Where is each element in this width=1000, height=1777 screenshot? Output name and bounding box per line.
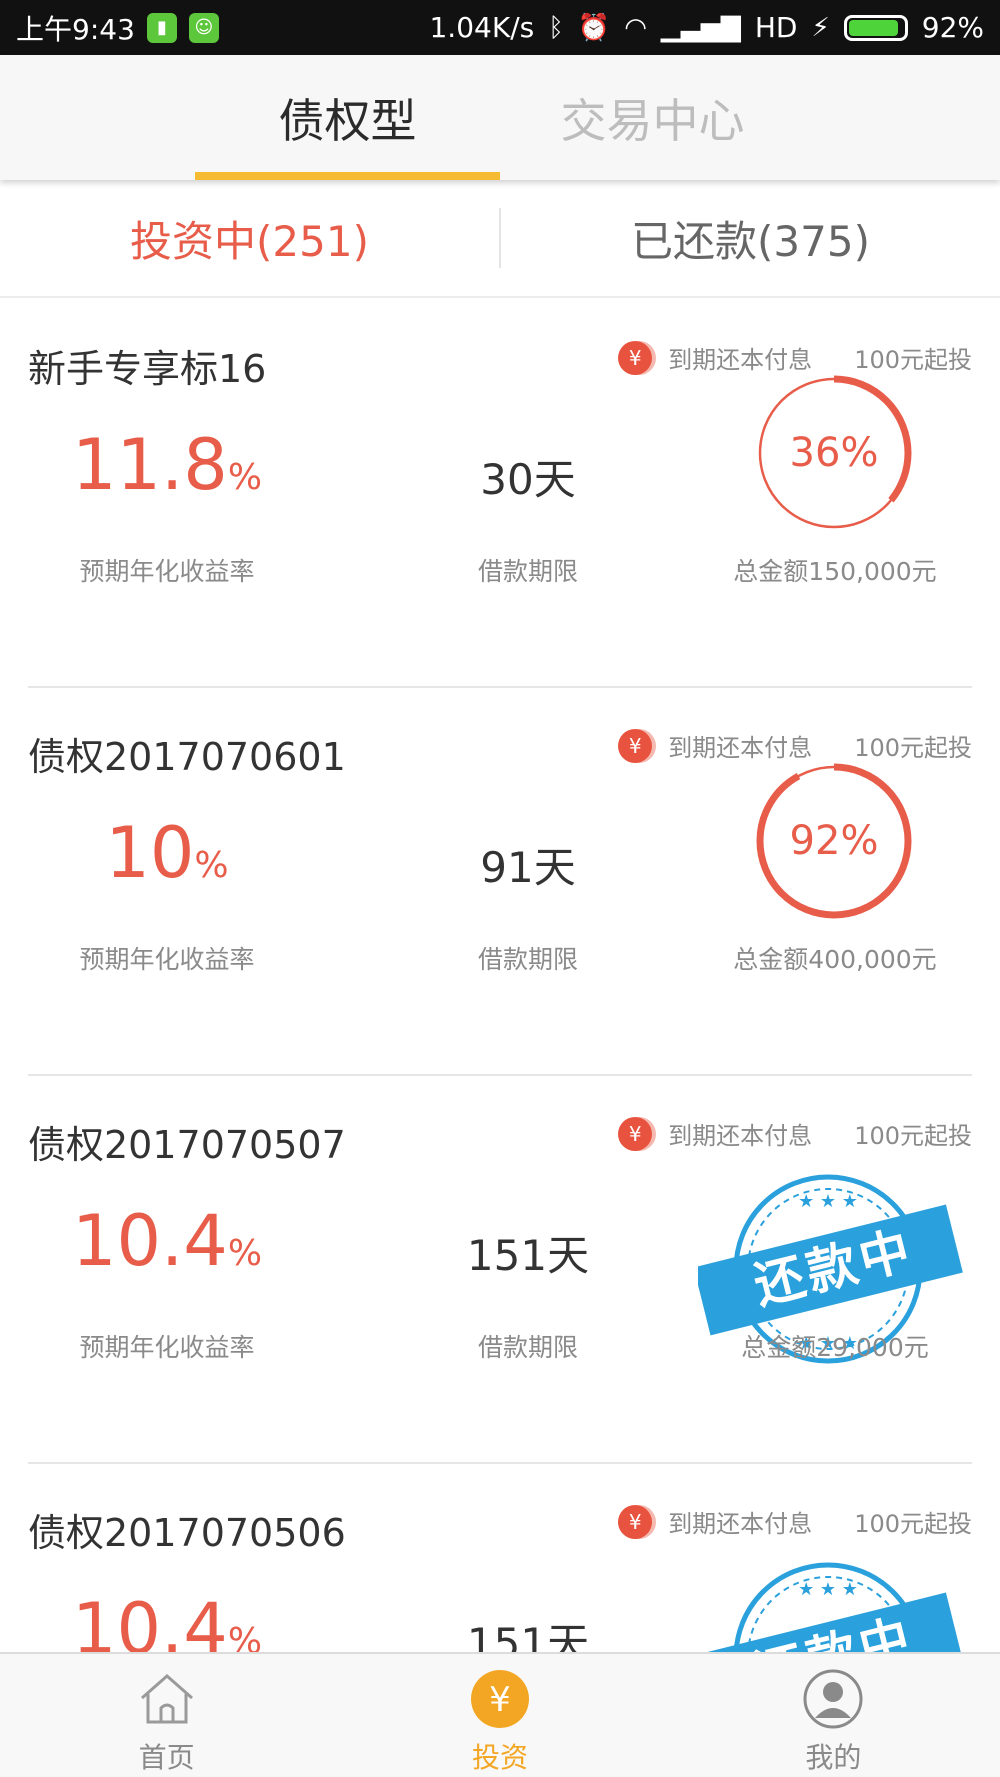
- repay-method: 到期还本付息: [668, 1122, 813, 1150]
- rate-caption: 预期年化收益率: [79, 945, 255, 974]
- repay-method: 到期还本付息: [668, 734, 813, 762]
- term-value: 91天: [480, 843, 576, 892]
- term-caption: 借款期限: [477, 1333, 578, 1362]
- network-type: HD: [754, 11, 798, 44]
- battery-app-icon: ▮: [146, 12, 177, 43]
- nav-mine[interactable]: 我的: [667, 1654, 1000, 1777]
- bottom-nav: 首页 ¥ 投资 我的: [0, 1652, 1000, 1777]
- rate-value: 11.8: [71, 424, 228, 506]
- total-amount: 总金额400,000元: [733, 945, 937, 974]
- product-tags: ¥ 到期还本付息 100元起投: [618, 1116, 972, 1151]
- battery-icon: [843, 14, 908, 41]
- nav-home[interactable]: 首页: [0, 1654, 333, 1777]
- tab-debt-type[interactable]: 债权型: [195, 55, 500, 180]
- term-block: 30天: [390, 450, 666, 510]
- rate-value: 10.4: [71, 1200, 228, 1282]
- product-card[interactable]: 债权2017070506 ¥ 到期还本付息 100元起投 10.4% 151天 …: [28, 1464, 972, 1652]
- progress-percent: 92%: [789, 818, 879, 864]
- progress-ring: 92%: [753, 760, 915, 922]
- android-app-icon: ☺: [188, 12, 219, 43]
- product-title: 债权2017070507: [28, 1123, 346, 1167]
- repay-method: 到期还本付息: [668, 1510, 813, 1538]
- yen-badge-icon: ¥: [618, 340, 653, 375]
- min-invest: 100元起投: [854, 734, 972, 762]
- product-card[interactable]: 债权2017070507 ¥ 到期还本付息 100元起投 10.4% 151天 …: [28, 1076, 972, 1464]
- product-title: 债权2017070506: [28, 1511, 346, 1555]
- product-title: 新手专享标16: [28, 347, 267, 391]
- rate-unit: %: [227, 1621, 263, 1652]
- rate-value: 10: [105, 812, 195, 894]
- rate-block: 10.4%: [28, 1584, 306, 1652]
- yen-badge-icon: ¥: [618, 1116, 653, 1151]
- rate-unit: %: [227, 457, 263, 498]
- rate-caption: 预期年化收益率: [79, 1333, 255, 1362]
- top-tab-bar: 债权型 交易中心: [0, 55, 1000, 180]
- rate-block: 11.8%: [28, 420, 306, 523]
- status-time: 上午9:43: [16, 12, 135, 46]
- rate-caption: 预期年化收益率: [79, 557, 255, 586]
- term-block: 91天: [390, 838, 666, 898]
- rate-block: 10%: [28, 808, 306, 911]
- stamp-stars-icon: ★ ★ ★: [798, 1191, 858, 1212]
- signal-icon: ▁▃▅▇: [660, 12, 741, 43]
- wifi-icon: ◠: [624, 12, 647, 43]
- stamp-stars-icon: ★ ★ ★: [798, 1579, 858, 1600]
- nav-label: 首页: [138, 1741, 195, 1774]
- term-value: 30天: [480, 455, 576, 504]
- charging-icon: ⚡: [811, 12, 830, 43]
- tab-repaid[interactable]: 已还款(375): [501, 180, 1000, 296]
- product-tags: ¥ 到期还本付息 100元起投: [618, 340, 972, 375]
- term-block: 151天: [390, 1614, 666, 1652]
- tab-investing[interactable]: 投资中(251): [0, 180, 499, 296]
- repaying-stamp: ★ ★ ★ 还款中: [693, 1559, 968, 1652]
- yen-icon: ¥: [469, 1668, 531, 1730]
- total-amount: 总金额29,000元: [741, 1333, 929, 1362]
- term-caption: 借款期限: [477, 557, 578, 586]
- tab-trading-center[interactable]: 交易中心: [500, 55, 805, 180]
- term-block: 151天: [390, 1226, 666, 1286]
- product-tags: ¥ 到期还本付息 100元起投: [618, 728, 972, 763]
- nav-label: 我的: [805, 1741, 862, 1774]
- progress-ring: 36%: [753, 372, 915, 534]
- product-list[interactable]: 新手专享标16 ¥ 到期还本付息 100元起投 11.8% 30天 36% 预期…: [0, 300, 1000, 1652]
- min-invest: 100元起投: [854, 1122, 972, 1150]
- product-tags: ¥ 到期还本付息 100元起投: [618, 1504, 972, 1539]
- status-bar: 上午9:43 ▮ ☺ 1.04K/s ᛒ ⏰ ◠ ▁▃▅▇ HD ⚡ 92%: [0, 0, 1000, 55]
- bluetooth-icon: ᛒ: [548, 12, 564, 43]
- term-caption: 借款期限: [477, 945, 578, 974]
- product-card[interactable]: 新手专享标16 ¥ 到期还本付息 100元起投 11.8% 30天 36% 预期…: [28, 300, 972, 688]
- nav-label: 投资: [471, 1741, 528, 1774]
- profile-icon: [802, 1668, 864, 1730]
- term-value: 151天: [466, 1231, 590, 1280]
- yen-badge-icon: ¥: [618, 728, 653, 763]
- repay-method: 到期还本付息: [668, 346, 813, 374]
- home-icon: [136, 1668, 198, 1730]
- min-invest: 100元起投: [854, 346, 972, 374]
- alarm-icon: ⏰: [577, 12, 611, 43]
- term-value: 151天: [466, 1619, 590, 1652]
- min-invest: 100元起投: [854, 1510, 972, 1538]
- product-title: 债权2017070601: [28, 735, 346, 779]
- product-card[interactable]: 债权2017070601 ¥ 到期还本付息 100元起投 10% 91天 92%…: [28, 688, 972, 1076]
- rate-unit: %: [227, 1233, 263, 1274]
- rate-value: 10.4: [71, 1588, 228, 1652]
- svg-text:¥: ¥: [489, 1680, 511, 1720]
- total-amount: 总金额150,000元: [733, 557, 937, 586]
- rate-block: 10.4%: [28, 1196, 306, 1299]
- yen-badge-icon: ¥: [618, 1504, 653, 1539]
- nav-invest[interactable]: ¥ 投资: [333, 1654, 666, 1777]
- battery-percent: 92%: [921, 11, 984, 44]
- rate-unit: %: [194, 845, 229, 886]
- network-speed: 1.04K/s: [429, 11, 535, 44]
- progress-percent: 36%: [789, 430, 879, 476]
- sub-tab-bar: 投资中(251) 已还款(375): [0, 180, 1000, 298]
